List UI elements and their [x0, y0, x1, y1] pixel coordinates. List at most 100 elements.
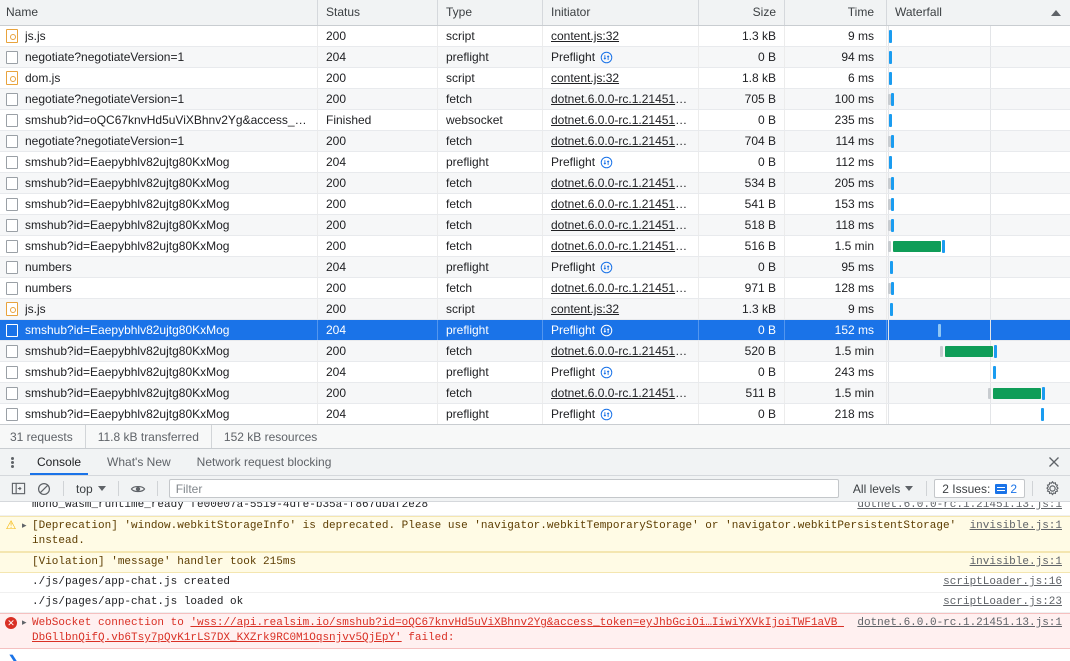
initiator-link[interactable]: dotnet.6.0.0-rc.1.21451.1… [551, 176, 697, 190]
console-prompt[interactable]: ❯ [0, 649, 1070, 661]
message-disclosure-triangle-icon[interactable]: ▸ [22, 519, 32, 549]
initiator-link[interactable]: dotnet.6.0.0-rc.1.21451.1… [551, 113, 697, 127]
cell-name[interactable]: smshub?id=Eaepybhlv82ujtg80KxMog [0, 215, 318, 235]
initiator-link[interactable]: dotnet.6.0.0-rc.1.21451.1… [551, 92, 697, 106]
column-header-waterfall[interactable]: Waterfall [887, 0, 1070, 25]
table-row[interactable]: smshub?id=oQC67knvHd5uViXBhnv2Yg&access_… [0, 110, 1070, 131]
toolbar-divider-2 [117, 481, 119, 496]
issues-button[interactable]: 2 Issues: 2 [934, 479, 1025, 498]
waterfall-gridline [888, 257, 889, 277]
tab-what-s-new[interactable]: What's New [94, 449, 184, 475]
network-requests-table[interactable]: Name Status Type Initiator Size Time Wat… [0, 0, 1070, 424]
initiator-link[interactable]: content.js:32 [551, 71, 619, 85]
initiator-link[interactable]: dotnet.6.0.0-rc.1.21451.1… [551, 239, 697, 253]
table-row[interactable]: dom.js 200 script content.js:32 1.8 kB 6 ms [0, 68, 1070, 89]
request-icon [6, 386, 18, 400]
cell-time: 153 ms [785, 194, 887, 214]
cell-name[interactable]: dom.js [0, 68, 318, 88]
message-source-link[interactable]: scriptLoader.js:23 [943, 595, 1070, 610]
table-row[interactable]: smshub?id=Eaepybhlv82ujtg80KxMog 200 fetch… [0, 383, 1070, 404]
cell-name[interactable]: negotiate?negotiateVersion=1 [0, 131, 318, 151]
table-row[interactable]: js.js 200 script content.js:32 1.3 kB 9 ms [0, 26, 1070, 47]
cell-name[interactable]: smshub?id=oQC67knvHd5uViXBhnv2Yg&access_… [0, 110, 318, 130]
message-source-link[interactable]: invisible.js:1 [970, 519, 1070, 549]
message-source-link[interactable]: dotnet.6.0.0-rc.1.21451.13.js:1 [857, 616, 1070, 646]
cell-initiator: dotnet.6.0.0-rc.1.21451.1… [543, 173, 699, 193]
column-header-name[interactable]: Name [0, 0, 318, 25]
console-sidebar-toggle-icon[interactable] [6, 478, 30, 500]
console-message-log[interactable]: mono_wasm_runtime_ready fe00e07a-5519-4d… [0, 502, 1070, 516]
cell-name[interactable]: js.js [0, 26, 318, 46]
column-header-size[interactable]: Size [699, 0, 785, 25]
table-row[interactable]: smshub?id=Eaepybhlv82ujtg80KxMog 200 fetch… [0, 236, 1070, 257]
tab-network-request-blocking[interactable]: Network request blocking [184, 449, 345, 475]
cell-name[interactable]: smshub?id=Eaepybhlv82ujtg80KxMog [0, 341, 318, 361]
initiator-link[interactable]: dotnet.6.0.0-rc.1.21451.1… [551, 281, 697, 295]
cell-name[interactable]: smshub?id=Eaepybhlv82ujtg80KxMog [0, 404, 318, 424]
console-message-warn[interactable]: ⚠ ▸ [Deprecation] 'window.webkitStorageInf… [0, 516, 1070, 552]
cell-name[interactable]: smshub?id=Eaepybhlv82ujtg80KxMog [0, 236, 318, 256]
console-message-error[interactable]: ✕ ▸ WebSocket connection to 'wss://api.rea… [0, 613, 1070, 649]
console-message-log[interactable]: ./js/pages/app-chat.js loaded ok scriptLo… [0, 593, 1070, 613]
drawer-more-options-icon[interactable] [0, 449, 24, 475]
initiator-link[interactable]: dotnet.6.0.0-rc.1.21451.1… [551, 386, 697, 400]
initiator-link[interactable]: content.js:32 [551, 302, 619, 316]
message-disclosure-triangle-icon[interactable]: ▸ [22, 616, 32, 646]
initiator-link[interactable]: dotnet.6.0.0-rc.1.21451.1… [551, 344, 697, 358]
cell-name[interactable]: negotiate?negotiateVersion=1 [0, 89, 318, 109]
log-level-selector[interactable]: All levels [847, 482, 919, 496]
column-header-status[interactable]: Status [318, 0, 438, 25]
close-drawer-icon[interactable] [1046, 454, 1062, 470]
column-header-time[interactable]: Time [785, 0, 887, 25]
table-row[interactable]: negotiate?negotiateVersion=1 204 preflight… [0, 47, 1070, 68]
cell-name[interactable]: smshub?id=Eaepybhlv82ujtg80KxMog [0, 152, 318, 172]
message-source-link[interactable]: invisible.js:1 [970, 555, 1070, 570]
waterfall-gridline [990, 404, 991, 424]
initiator-link[interactable]: content.js:32 [551, 29, 619, 43]
cell-name[interactable]: negotiate?negotiateVersion=1 [0, 47, 318, 67]
message-source-link[interactable]: scriptLoader.js:16 [943, 575, 1070, 590]
cell-waterfall [887, 257, 1070, 277]
table-row[interactable]: smshub?id=Eaepybhlv82ujtg80KxMog 200 fetch… [0, 173, 1070, 194]
table-row[interactable]: smshub?id=Eaepybhlv82ujtg80KxMog 204 prefl… [0, 362, 1070, 383]
table-row[interactable]: smshub?id=Eaepybhlv82ujtg80KxMog 204 prefl… [0, 320, 1070, 341]
cell-waterfall [887, 152, 1070, 172]
cell-name[interactable]: smshub?id=Eaepybhlv82ujtg80KxMog [0, 173, 318, 193]
cell-name[interactable]: numbers [0, 257, 318, 277]
cell-name[interactable]: smshub?id=Eaepybhlv82ujtg80KxMog [0, 362, 318, 382]
initiator-link[interactable]: dotnet.6.0.0-rc.1.21451.1… [551, 197, 697, 211]
initiator-link[interactable]: dotnet.6.0.0-rc.1.21451.1… [551, 134, 697, 148]
message-source-link[interactable]: dotnet.6.0.0-rc.1.21451.13.js:1 [857, 502, 1070, 513]
table-row[interactable]: js.js 200 script content.js:32 1.3 kB 9 ms [0, 299, 1070, 320]
clear-console-icon[interactable] [32, 478, 56, 500]
request-icon [6, 176, 18, 190]
settings-gear-icon[interactable] [1040, 478, 1064, 500]
console-filter-input[interactable] [168, 479, 839, 498]
table-row[interactable]: smshub?id=Eaepybhlv82ujtg80KxMog 204 prefl… [0, 404, 1070, 424]
table-row[interactable]: numbers 200 fetch dotnet.6.0.0-rc.1.21451.1… [0, 278, 1070, 299]
table-row[interactable]: negotiate?negotiateVersion=1 200 fetch dotn… [0, 131, 1070, 152]
execution-context-selector[interactable]: top [71, 482, 111, 496]
cell-name[interactable]: js.js [0, 299, 318, 319]
request-name: smshub?id=Eaepybhlv82ujtg80KxMog [25, 322, 230, 337]
cell-name[interactable]: smshub?id=Eaepybhlv82ujtg80KxMog [0, 320, 318, 340]
cell-time: 112 ms [785, 152, 887, 172]
console-message-log[interactable]: ./js/pages/app-chat.js created scriptLoad… [0, 573, 1070, 593]
console-message-warn[interactable]: [Violation] 'message' handler took 215ms… [0, 552, 1070, 573]
column-header-initiator[interactable]: Initiator [543, 0, 699, 25]
initiator-link[interactable]: dotnet.6.0.0-rc.1.21451.1… [551, 218, 697, 232]
console-messages[interactable]: mono_wasm_runtime_ready fe00e07a-5519-4d… [0, 502, 1070, 661]
table-row[interactable]: smshub?id=Eaepybhlv82ujtg80KxMog 200 fetch… [0, 215, 1070, 236]
tab-console[interactable]: Console [24, 449, 94, 475]
table-row[interactable]: smshub?id=Eaepybhlv82ujtg80KxMog 204 prefl… [0, 152, 1070, 173]
cell-name[interactable]: smshub?id=Eaepybhlv82ujtg80KxMog [0, 194, 318, 214]
live-expression-eye-icon[interactable] [126, 478, 150, 500]
cell-name[interactable]: numbers [0, 278, 318, 298]
table-row[interactable]: negotiate?negotiateVersion=1 200 fetch dotn… [0, 89, 1070, 110]
column-header-type[interactable]: Type [438, 0, 543, 25]
cell-name[interactable]: smshub?id=Eaepybhlv82ujtg80KxMog [0, 383, 318, 403]
table-row[interactable]: smshub?id=Eaepybhlv82ujtg80KxMog 200 fetch… [0, 194, 1070, 215]
table-row[interactable]: smshub?id=Eaepybhlv82ujtg80KxMog 200 fetch… [0, 341, 1070, 362]
websocket-url-link[interactable]: 'wss://api.realsim.io/smshub?id=oQC67knv… [32, 617, 844, 644]
table-row[interactable]: numbers 204 preflight Preflight 0 B 95 ms [0, 257, 1070, 278]
